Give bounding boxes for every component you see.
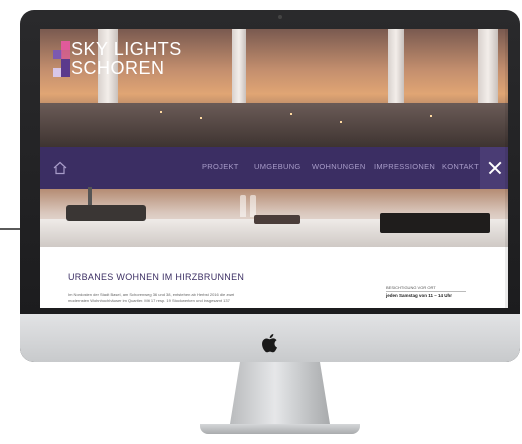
intro-line-2: modernsten Wohnhochhäuser im Quartier. M…: [68, 297, 230, 303]
monitor-stand: [230, 362, 330, 424]
wine-glass: [250, 195, 256, 217]
wine-glass: [240, 195, 246, 217]
scrollbar[interactable]: [505, 29, 508, 308]
visit-label: BESICHTIGUNG VOR ORT: [386, 285, 436, 290]
cooktop: [380, 213, 490, 233]
city-skyline: [40, 103, 508, 147]
page-heading: URBANES WOHNEN IM HIRZBRUNNEN: [68, 272, 245, 282]
nav-item-wohnungen[interactable]: WOHNUNGEN: [312, 162, 366, 171]
page-content: URBANES WOHNEN IM HIRZBRUNNEN Im Nordost…: [40, 247, 508, 308]
main-navigation: PROJEKT UMGEBUNG WOHNUNGEN IMPRESSIONEN …: [40, 147, 508, 189]
close-icon[interactable]: [480, 147, 508, 189]
hero-image: SKY LIGHTS SCHOREN: [40, 29, 508, 147]
nav-item-impressionen[interactable]: IMPRESSIONEN: [374, 162, 435, 171]
sink: [66, 205, 146, 221]
visit-time: jeden Samstag von 11 – 14 Uhr: [386, 293, 453, 298]
home-icon[interactable]: [52, 160, 68, 176]
site-logo[interactable]: SKY LIGHTS SCHOREN: [71, 40, 182, 78]
camera-icon: [278, 15, 282, 19]
apple-logo-icon: [262, 334, 277, 353]
visit-divider: [386, 291, 466, 292]
monitor-base: [200, 424, 360, 434]
food-tray: [254, 215, 300, 224]
logo-line-1: SKY LIGHTS: [71, 39, 182, 59]
website-screen: SKY LIGHTS SCHOREN PROJEKT UMGEBUNG WOHN…: [40, 29, 508, 308]
imac-monitor: SKY LIGHTS SCHOREN PROJEKT UMGEBUNG WOHN…: [20, 10, 520, 362]
intro-text: Im Nordosten der Stadt Basel, am Schoren…: [68, 292, 318, 303]
logo-line-2: SCHOREN: [71, 58, 165, 78]
nav-item-projekt[interactable]: PROJEKT: [202, 162, 239, 171]
nav-item-kontakt[interactable]: KONTAKT: [442, 162, 479, 171]
nav-item-umgebung[interactable]: UMGEBUNG: [254, 162, 301, 171]
